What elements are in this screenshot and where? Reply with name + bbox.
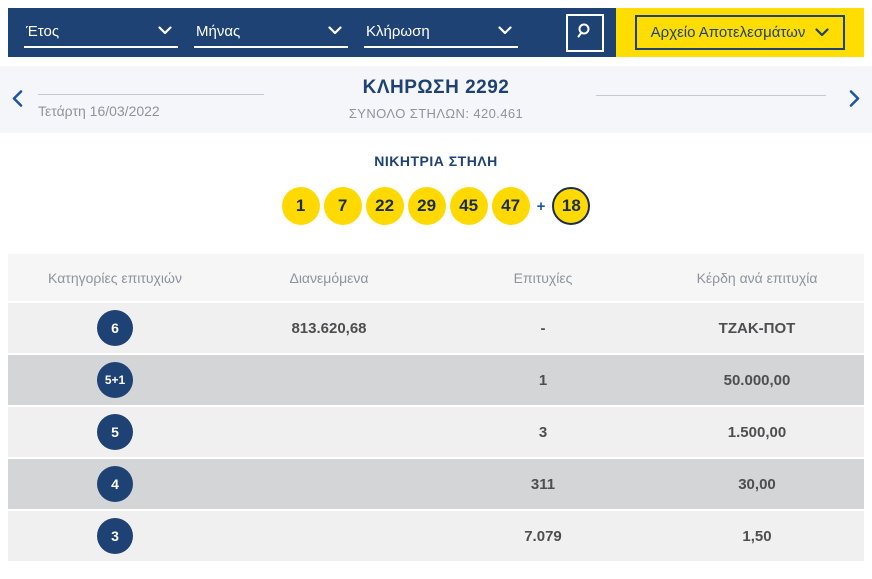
plus-sign: + — [536, 197, 546, 215]
category-cell: 5+1 — [8, 362, 222, 398]
filter-bar-blue: Έτος Μήνας Κλήρωση — [8, 8, 616, 57]
prize-cell: 1.500,00 — [727, 423, 787, 441]
category-cell: 3 — [8, 518, 222, 554]
archive-results-button[interactable]: Αρχείο Αποτελεσμάτων — [634, 15, 846, 50]
winners-cell: - — [540, 319, 546, 337]
category-badge: 6 — [97, 310, 133, 346]
chevron-right-icon — [849, 90, 860, 110]
winners-cell: 3 — [538, 423, 548, 441]
search-button[interactable] — [566, 13, 604, 52]
winning-number-ball: 47 — [491, 187, 530, 225]
results-table: Κατηγορίες επιτυχιών Διανεμόμενα Επιτυχί… — [8, 254, 864, 561]
archive-section: Αρχείο Αποτελεσμάτων — [616, 8, 864, 57]
header-winners: Επιτυχίες — [513, 269, 573, 286]
prize-cell: ΤΖΑΚ-ΠΟΤ — [718, 319, 796, 337]
category-badge: 4 — [97, 466, 133, 502]
category-badge: 5+1 — [97, 362, 133, 398]
distributed-cell: 813.620,68 — [291, 319, 367, 337]
table-row: 6 813.620,68 - ΤΖΑΚ-ΠΟΤ — [8, 303, 864, 353]
draw-dropdown-label: Κλήρωση — [366, 22, 430, 40]
chevron-down-icon — [328, 22, 342, 40]
table-row: 3 7.079 1,50 — [8, 511, 864, 561]
month-dropdown[interactable]: Μήνας — [194, 18, 348, 48]
joker-number-ball: 18 — [552, 187, 591, 225]
search-icon — [576, 22, 594, 43]
month-dropdown-label: Μήνας — [196, 22, 241, 40]
next-divider-line — [596, 95, 826, 96]
results-table-body: 6 813.620,68 - ΤΖΑΚ-ΠΟΤ 5+1 1 50.000,00 … — [8, 303, 864, 561]
chevron-down-icon — [498, 22, 512, 40]
winning-number-ball: 45 — [449, 187, 488, 225]
table-row: 5 3 1.500,00 — [8, 407, 864, 457]
draw-navigation: Τετάρτη 16/03/2022 ΚΛΗΡΩΣΗ 2292 ΣΥΝΟΛΟ Σ… — [0, 66, 872, 133]
prize-cell: 1,50 — [742, 527, 772, 545]
winning-number-ball: 22 — [365, 187, 404, 225]
header-categories: Κατηγορίες επιτυχιών — [48, 269, 182, 286]
draw-dropdown[interactable]: Κλήρωση — [364, 18, 518, 48]
draw-heading: ΚΛΗΡΩΣΗ 2292 ΣΥΝΟΛΟ ΣΤΗΛΩΝ: 420.461 — [0, 77, 872, 121]
next-draw-button[interactable] — [849, 90, 860, 110]
year-dropdown-label: Έτος — [26, 22, 60, 40]
year-dropdown[interactable]: Έτος — [24, 18, 178, 48]
filter-bar: Έτος Μήνας Κλήρωση Αρχείο Αποτελεσμάτων — [8, 8, 864, 57]
category-badge: 3 — [97, 518, 133, 554]
prize-cell: 30,00 — [738, 475, 776, 493]
category-cell: 5 — [8, 414, 222, 450]
category-cell: 6 — [8, 310, 222, 346]
winning-number-ball: 7 — [323, 187, 362, 225]
results-table-header: Κατηγορίες επιτυχιών Διανεμόμενα Επιτυχί… — [8, 254, 864, 301]
table-row: 5+1 1 50.000,00 — [8, 355, 864, 405]
header-prize: Κέρδη ανά επιτυχία — [696, 269, 818, 286]
chevron-down-icon — [158, 22, 172, 40]
winners-cell: 7.079 — [524, 527, 562, 545]
header-distributed: Διανεμόμενα — [289, 269, 369, 286]
category-cell: 4 — [8, 466, 222, 502]
chevron-down-icon — [815, 24, 829, 41]
table-row: 4 311 30,00 — [8, 459, 864, 509]
category-badge: 5 — [97, 414, 133, 450]
winning-column-title: ΝΙΚΗΤΡΙΑ ΣΤΗΛΗ — [374, 153, 498, 169]
prize-cell: 50.000,00 — [723, 371, 791, 389]
winning-column-section: ΝΙΚΗΤΡΙΑ ΣΤΗΛΗ 1 7 22 29 45 47 + 18 — [0, 153, 872, 225]
winning-number-ball: 1 — [281, 187, 320, 225]
winning-numbers: 1 7 22 29 45 47 + 18 — [0, 187, 872, 225]
winning-number-ball: 29 — [407, 187, 446, 225]
total-columns: ΣΥΝΟΛΟ ΣΤΗΛΩΝ: 420.461 — [348, 106, 524, 121]
winners-cell: 1 — [538, 371, 548, 389]
archive-results-label: Αρχείο Αποτελεσμάτων — [650, 24, 806, 41]
winners-cell: 311 — [530, 475, 556, 493]
